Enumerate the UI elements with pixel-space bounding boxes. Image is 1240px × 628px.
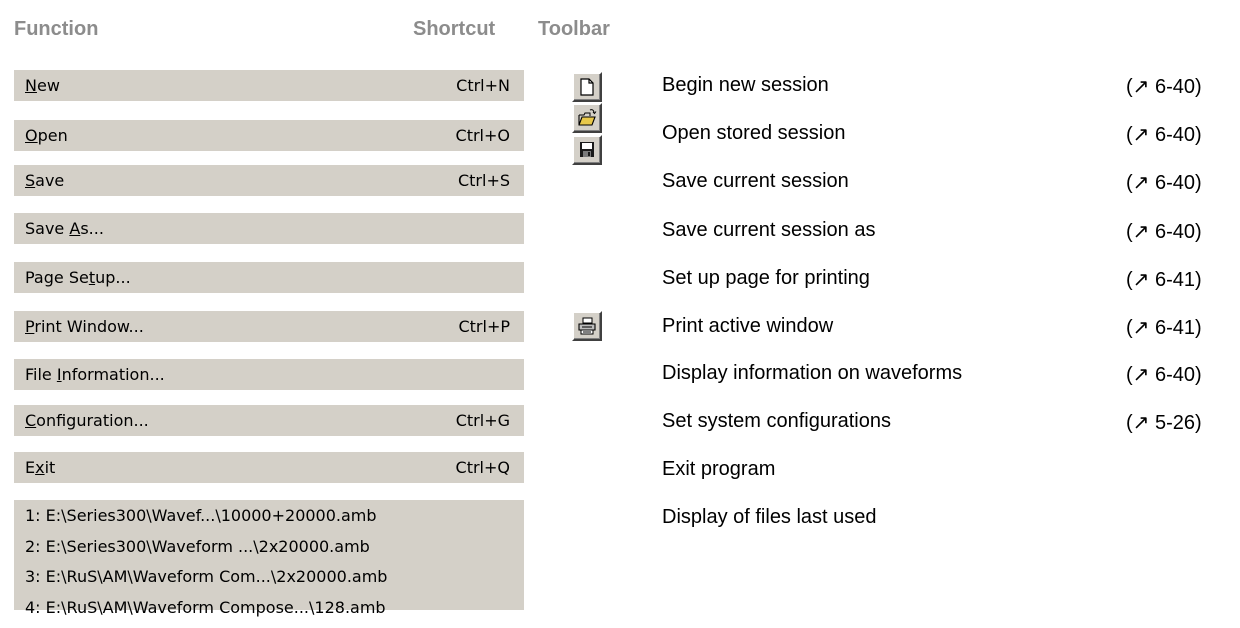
- menu-item-shortcut: Ctrl+O: [456, 126, 510, 145]
- recent-file-item[interactable]: 1: E:\Series300\Wavef...\10000+20000.amb: [25, 506, 524, 537]
- menu-item-shortcut: Ctrl+S: [458, 171, 510, 190]
- menu-item-shortcut: Ctrl+Q: [456, 458, 510, 477]
- menu-item-save[interactable]: Save Ctrl+S: [14, 165, 524, 196]
- function-description: Exit program: [662, 458, 775, 481]
- menu-item-print-window[interactable]: Print Window... Ctrl+P: [14, 311, 524, 342]
- function-description: Display information on waveforms: [662, 362, 962, 385]
- function-description: Display of files last used: [662, 506, 877, 529]
- menu-item-label: Open: [25, 126, 68, 145]
- menu-item-page-setup[interactable]: Page Setup...: [14, 262, 524, 293]
- page-reference: (↗ 5-26): [1126, 410, 1202, 435]
- new-document-icon: [576, 76, 598, 98]
- toolbar-column-header: Toolbar: [538, 18, 610, 41]
- menu-item-exit[interactable]: Exit Ctrl+Q: [14, 452, 524, 483]
- save-disk-icon: [576, 139, 598, 161]
- menu-item-label: Save: [25, 171, 64, 190]
- page-reference: (↗ 6-40): [1126, 170, 1202, 195]
- toolbar-save-button[interactable]: [572, 135, 602, 165]
- function-description: Save current session as: [662, 219, 875, 242]
- function-description: Set system configurations: [662, 410, 891, 433]
- page-reference: (↗ 6-41): [1126, 315, 1202, 340]
- page-reference: (↗ 6-40): [1126, 122, 1202, 147]
- menu-item-configuration[interactable]: Configuration... Ctrl+G: [14, 405, 524, 436]
- menu-item-label: Exit: [25, 458, 55, 477]
- menu-item-shortcut: Ctrl+N: [456, 76, 510, 95]
- page-reference: (↗ 6-41): [1126, 267, 1202, 292]
- toolbar-open-button[interactable]: [572, 103, 602, 133]
- menu-item-open[interactable]: Open Ctrl+O: [14, 120, 524, 151]
- recent-file-item[interactable]: 4: E:\RuS\AM\Waveform Compose...\128.amb: [25, 598, 524, 628]
- function-description: Open stored session: [662, 122, 845, 145]
- menu-item-file-information[interactable]: File Information...: [14, 359, 524, 390]
- toolbar-print-button[interactable]: [572, 311, 602, 341]
- recent-files-list: 1: E:\Series300\Wavef...\10000+20000.amb…: [14, 500, 524, 610]
- page-reference: (↗ 6-40): [1126, 74, 1202, 99]
- menu-item-label: Print Window...: [25, 317, 144, 336]
- menu-item-label: Save As...: [25, 219, 104, 238]
- menu-item-label: Configuration...: [25, 411, 149, 430]
- function-column-header: Function: [14, 18, 98, 41]
- shortcut-column-header: Shortcut: [413, 18, 495, 41]
- page-reference: (↗ 6-40): [1126, 219, 1202, 244]
- function-description: Print active window: [662, 315, 833, 338]
- menu-item-label: New: [25, 76, 60, 95]
- menu-item-new[interactable]: New Ctrl+N: [14, 70, 524, 101]
- printer-icon: [576, 315, 598, 337]
- function-description: Set up page for printing: [662, 267, 870, 290]
- menu-item-save-as[interactable]: Save As...: [14, 213, 524, 244]
- function-description: Begin new session: [662, 74, 829, 97]
- menu-item-shortcut: Ctrl+G: [456, 411, 510, 430]
- recent-file-item[interactable]: 2: E:\Series300\Waveform ...\2x20000.amb: [25, 537, 524, 568]
- recent-file-item[interactable]: 3: E:\RuS\AM\Waveform Com...\2x20000.amb: [25, 567, 524, 598]
- function-description: Save current session: [662, 170, 849, 193]
- toolbar-new-button[interactable]: [572, 72, 602, 102]
- open-folder-icon: [576, 107, 598, 129]
- menu-item-shortcut: Ctrl+P: [458, 317, 510, 336]
- menu-item-label: File Information...: [25, 365, 165, 384]
- page-reference: (↗ 6-40): [1126, 362, 1202, 387]
- menu-item-label: Page Setup...: [25, 268, 131, 287]
